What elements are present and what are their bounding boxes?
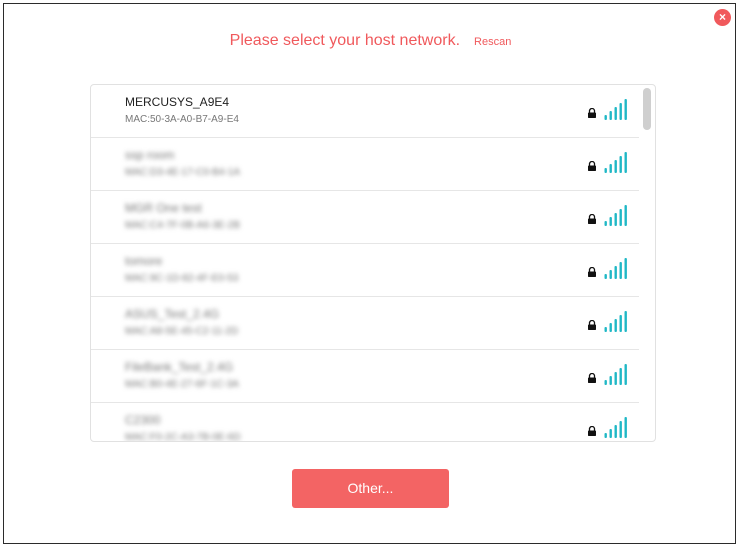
network-mac: MAC:D3-4E-17-C0-B4-1A [125, 167, 241, 178]
other-button[interactable]: Other... [292, 469, 449, 508]
scrollbar-thumb[interactable] [643, 88, 651, 130]
wifi-signal-icon [604, 99, 627, 120]
wifi-signal-icon [604, 417, 627, 438]
network-name: C2300 [125, 413, 161, 427]
wifi-signal-icon [604, 311, 627, 332]
network-mac: MAC:B0-4E-27-6F-1C-3A [125, 379, 239, 390]
wifi-signal-icon [604, 152, 627, 173]
network-row[interactable]: ASUS_Test_2.4G MAC:A8-5E-45-C2-11-2D [91, 297, 639, 350]
network-row[interactable]: ssp room MAC:D3-4E-17-C0-B4-1A [91, 138, 639, 191]
wifi-signal-icon [604, 205, 627, 226]
lock-icon [588, 214, 596, 224]
network-row[interactable]: C2300 MAC:F0-2C-A3-7B-0E-6D [91, 403, 639, 442]
network-row[interactable]: MGR One test MAC:C4-7F-0B-A6-3E-2B [91, 191, 639, 244]
network-row[interactable]: MERCUSYS_A9E4 MAC:50-3A-A0-B7-A9-E4 [91, 85, 639, 138]
network-row[interactable]: tomore MAC:9C-1D-82-4F-E0-53 [91, 244, 639, 297]
network-name: ASUS_Test_2.4G [125, 307, 220, 321]
lock-icon [588, 161, 596, 171]
network-mac: MAC:C4-7F-0B-A6-3E-2B [125, 220, 241, 231]
wifi-signal-icon [604, 258, 627, 279]
network-mac: MAC:9C-1D-82-4F-E0-53 [125, 273, 239, 284]
network-name: MERCUSYS_A9E4 [125, 95, 230, 109]
dialog-header: Please select your host network. Rescan [0, 32, 741, 50]
lock-icon [588, 426, 596, 436]
page-title: Please select your host network. [229, 32, 461, 49]
lock-icon [588, 108, 596, 118]
lock-icon [588, 373, 596, 383]
network-list[interactable]: MERCUSYS_A9E4 MAC:50-3A-A0-B7-A9-E4 ssp ro… [90, 84, 656, 442]
network-mac: MAC:50-3A-A0-B7-A9-E4 [125, 114, 239, 125]
network-mac: MAC:F0-2C-A3-7B-0E-6D [125, 432, 241, 442]
lock-icon [588, 320, 596, 330]
network-mac: MAC:A8-5E-45-C2-11-2D [125, 326, 239, 337]
rescan-link[interactable]: Rescan [474, 36, 511, 48]
close-button[interactable]: × [714, 9, 731, 26]
network-name: MGR One test [125, 201, 202, 215]
lock-icon [588, 267, 596, 277]
network-row[interactable]: FileBank_Test_2.4G MAC:B0-4E-27-6F-1C-3A [91, 350, 639, 403]
network-name: ssp room [125, 148, 175, 162]
close-icon: × [718, 10, 726, 24]
wifi-signal-icon [604, 364, 627, 385]
network-name: tomore [125, 254, 163, 268]
network-name: FileBank_Test_2.4G [125, 360, 234, 374]
